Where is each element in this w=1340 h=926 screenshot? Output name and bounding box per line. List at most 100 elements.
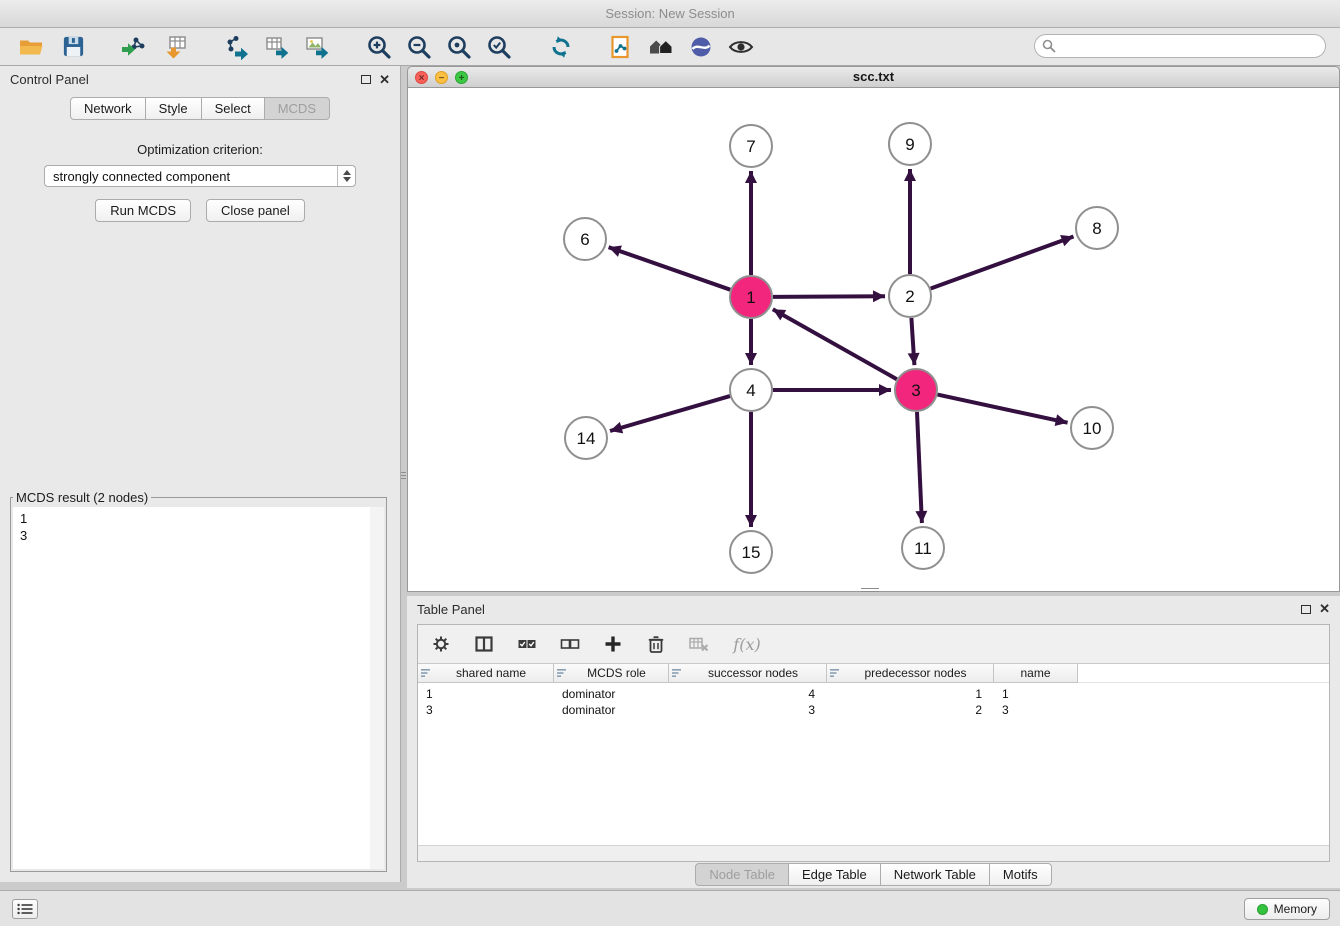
network-graph[interactable]: 1 2 3 4 6 7 8 9 10 11 14 15: [408, 88, 1339, 591]
window-zoom-icon[interactable]: +: [455, 71, 468, 84]
node-6[interactable]: 6: [564, 218, 606, 260]
tab-network[interactable]: Network: [70, 97, 146, 120]
mcds-result-title: MCDS result (2 nodes): [13, 490, 151, 505]
table-cell[interactable]: 3: [994, 703, 1078, 717]
node-15[interactable]: 15: [730, 531, 772, 573]
float-panel-icon[interactable]: [361, 75, 371, 84]
table-cell[interactable]: 2: [827, 703, 994, 717]
close-table-panel-icon[interactable]: ✕: [1319, 603, 1330, 615]
first-neighbors-button[interactable]: [644, 31, 678, 63]
window-close-icon[interactable]: ×: [415, 71, 428, 84]
tab-network-table[interactable]: Network Table: [880, 863, 990, 886]
show-columns-button[interactable]: [471, 631, 497, 657]
mcds-result-list[interactable]: 1 3: [13, 507, 384, 869]
task-history-button[interactable]: [12, 899, 38, 919]
table-body: 1 dominator 4 1 1 3 dominator 3 2 3: [418, 683, 1329, 845]
delete-table-icon: [688, 634, 710, 654]
zoom-fit-icon: [446, 34, 472, 60]
network-canvas[interactable]: 1 2 3 4 6 7 8 9 10 11 14 15: [407, 88, 1340, 592]
edge-1-6[interactable]: [609, 247, 731, 290]
deselect-all-button[interactable]: [557, 631, 583, 657]
table-cell[interactable]: 1: [827, 687, 994, 701]
close-panel-button[interactable]: Close panel: [206, 199, 305, 222]
table-horizontal-scrollbar[interactable]: [418, 845, 1329, 861]
edge-3-10[interactable]: [938, 395, 1068, 423]
table-toolbar: f(x): [418, 625, 1329, 664]
edge-2-3[interactable]: [911, 318, 914, 365]
table-cell[interactable]: 3: [669, 703, 827, 717]
export-network-button[interactable]: [220, 31, 254, 63]
node-14[interactable]: 14: [565, 417, 607, 459]
import-network-button[interactable]: [116, 31, 150, 63]
table-row[interactable]: 1 dominator 4 1 1: [418, 686, 1329, 702]
node-1[interactable]: 1: [730, 276, 772, 318]
import-table-button[interactable]: [158, 31, 192, 63]
edge-1-2[interactable]: [773, 296, 885, 297]
apply-layout-button[interactable]: [544, 31, 578, 63]
search-input[interactable]: [1034, 34, 1326, 58]
tab-node-table[interactable]: Node Table: [695, 863, 789, 886]
column-header-shared-name[interactable]: shared name: [418, 664, 554, 683]
tab-motifs[interactable]: Motifs: [989, 863, 1052, 886]
tab-select[interactable]: Select: [201, 97, 265, 120]
table-cell[interactable]: 4: [669, 687, 827, 701]
panel-splitter-grip[interactable]: [400, 458, 407, 492]
style-badge-button[interactable]: [684, 31, 718, 63]
horizontal-splitter-grip[interactable]: [858, 586, 882, 593]
delete-table-button[interactable]: [686, 631, 712, 657]
edge-4-14[interactable]: [610, 396, 730, 431]
function-builder-button[interactable]: f(x): [729, 631, 765, 657]
table-cell[interactable]: 1: [994, 687, 1078, 701]
document-network-icon: [608, 34, 634, 60]
edge-3-11[interactable]: [917, 412, 922, 523]
new-network-from-selection-button[interactable]: [604, 31, 638, 63]
zoom-out-button[interactable]: [402, 31, 436, 63]
run-mcds-button[interactable]: Run MCDS: [95, 199, 191, 222]
table-settings-button[interactable]: [428, 631, 454, 657]
memory-button[interactable]: Memory: [1244, 898, 1330, 920]
column-header-name[interactable]: name: [994, 664, 1078, 683]
node-7[interactable]: 7: [730, 125, 772, 167]
table-cell[interactable]: dominator: [554, 687, 669, 701]
save-session-button[interactable]: [56, 31, 90, 63]
node-9[interactable]: 9: [889, 123, 931, 165]
table-cell[interactable]: 3: [418, 703, 554, 717]
node-2[interactable]: 2: [889, 275, 931, 317]
table-row[interactable]: 3 dominator 3 2 3: [418, 702, 1329, 718]
export-image-button[interactable]: [300, 31, 334, 63]
open-session-button[interactable]: [14, 31, 48, 63]
column-header-successor-nodes[interactable]: successor nodes: [669, 664, 827, 683]
window-minimize-icon[interactable]: −: [435, 71, 448, 84]
edge-2-8[interactable]: [931, 237, 1074, 289]
add-row-button[interactable]: [600, 631, 626, 657]
dropdown-stepper-icon: [337, 166, 355, 186]
zoom-fit-button[interactable]: [442, 31, 476, 63]
export-table-button[interactable]: [260, 31, 294, 63]
table-cell[interactable]: dominator: [554, 703, 669, 717]
close-panel-icon[interactable]: ✕: [379, 74, 390, 86]
tab-edge-table[interactable]: Edge Table: [788, 863, 881, 886]
zoom-in-button[interactable]: [362, 31, 396, 63]
import-table-icon: [162, 34, 188, 60]
svg-text:2: 2: [905, 287, 914, 306]
node-8[interactable]: 8: [1076, 207, 1118, 249]
tab-mcds[interactable]: MCDS: [264, 97, 330, 120]
float-table-panel-icon[interactable]: [1301, 605, 1311, 614]
svg-text:7: 7: [746, 137, 755, 156]
show-details-button[interactable]: [724, 31, 758, 63]
delete-row-button[interactable]: [643, 631, 669, 657]
node-3[interactable]: 3: [895, 369, 937, 411]
edge-3-1[interactable]: [773, 309, 897, 379]
svg-text:3: 3: [911, 381, 920, 400]
node-4[interactable]: 4: [730, 369, 772, 411]
tab-style[interactable]: Style: [145, 97, 202, 120]
column-header-predecessor-nodes[interactable]: predecessor nodes: [827, 664, 994, 683]
node-11[interactable]: 11: [902, 527, 944, 569]
select-all-button[interactable]: [514, 631, 540, 657]
zoom-selected-button[interactable]: [482, 31, 516, 63]
criterion-dropdown[interactable]: strongly connected component: [44, 165, 356, 187]
table-cell[interactable]: 1: [418, 687, 554, 701]
node-10[interactable]: 10: [1071, 407, 1113, 449]
column-header-mcds-role[interactable]: MCDS role: [554, 664, 669, 683]
column-sort-icon: [557, 668, 568, 678]
